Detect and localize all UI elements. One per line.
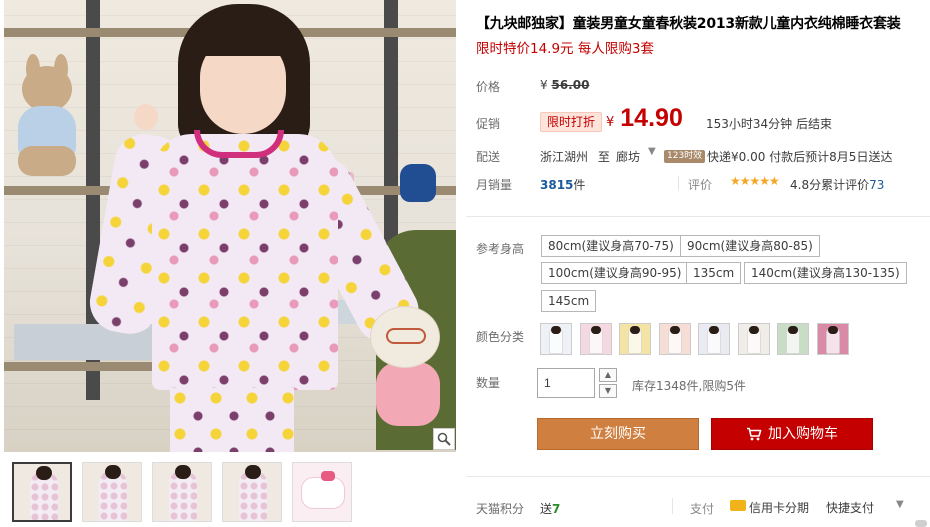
shipping-info: 快递¥0.00 付款后预计8月5日送达 xyxy=(707,150,893,164)
color-swatch[interactable] xyxy=(619,323,651,355)
currency-symbol: ¥ xyxy=(606,115,615,130)
toy-bear xyxy=(368,306,452,430)
cumulative-review-label: 累计评价 xyxy=(821,178,870,192)
product-title: 【九块邮独家】童装男童女童春秋装2013新款儿童内衣纯棉睡衣套装 xyxy=(476,16,901,32)
points-amount: 7 xyxy=(552,502,561,516)
color-label: 颜色分类 xyxy=(476,330,525,344)
swatch-model-head xyxy=(748,326,759,334)
color-swatch[interactable] xyxy=(658,323,691,355)
review-label: 评价 xyxy=(688,178,713,192)
promo-label: 促销 xyxy=(476,117,501,131)
thumbnail[interactable] xyxy=(82,462,142,522)
ship-to-select[interactable]: 廊坊 xyxy=(616,148,640,165)
payment-label: 支付 xyxy=(690,502,715,516)
review-count[interactable]: 73 xyxy=(869,178,884,192)
promo-price-value: 14.90 xyxy=(620,104,683,132)
swatch-model-head xyxy=(630,326,640,334)
review-summary[interactable]: 4.8分累计评价73 xyxy=(790,176,884,193)
color-swatch[interactable] xyxy=(737,323,770,355)
thumbnail[interactable] xyxy=(292,462,352,522)
original-price-value: 56.00 xyxy=(551,78,590,92)
swatch-model-head xyxy=(551,326,561,334)
monthly-sales-count: 3815 xyxy=(540,178,574,192)
color-swatch[interactable] xyxy=(579,323,612,355)
cart-icon xyxy=(747,427,762,441)
chevron-down-icon[interactable]: ▼ xyxy=(896,499,904,510)
divider xyxy=(672,498,673,514)
model-bangs xyxy=(194,16,292,56)
points-value: 送7 xyxy=(540,500,560,517)
magnifier-icon xyxy=(437,432,451,446)
swatch-model-head xyxy=(827,326,838,334)
pajama-collar xyxy=(194,130,284,158)
quantity-increase-icon[interactable]: ▲ xyxy=(599,368,617,382)
shipping-label: 配送 xyxy=(476,150,501,164)
color-swatch[interactable] xyxy=(540,323,572,355)
shelf-board xyxy=(4,362,164,371)
monthly-sales: 3815件 xyxy=(540,176,585,193)
quantity-label: 数量 xyxy=(476,376,501,390)
rating-score: 4.8分 xyxy=(790,178,822,192)
thumbnail[interactable] xyxy=(222,462,282,522)
points-prefix: 送 xyxy=(540,502,553,516)
pajama-pants xyxy=(170,388,294,452)
quantity-decrease-icon[interactable]: ▼ xyxy=(599,384,617,398)
divider xyxy=(678,176,679,190)
color-swatch[interactable] xyxy=(816,323,849,355)
section-divider xyxy=(466,216,930,217)
thumbnail[interactable] xyxy=(12,462,72,522)
vase xyxy=(400,164,436,202)
chevron-down-icon[interactable]: ▼ xyxy=(648,146,656,157)
ship-from-city: 浙江湖州 xyxy=(540,150,589,164)
thumbnail-strip xyxy=(12,462,352,522)
size-option[interactable]: 135cm xyxy=(686,262,742,284)
product-subtitle: 限时特价14.9元 每人限购3套 xyxy=(476,41,654,57)
scrollbar-thumb[interactable] xyxy=(915,520,927,527)
star-rating-icon: ★★★★★ xyxy=(730,174,780,188)
promo-countdown: 153小时34分钟 后结束 xyxy=(706,117,832,131)
promo-price: ¥14.90 xyxy=(606,104,683,133)
size-label: 参考身高 xyxy=(476,242,525,256)
ship-from: 浙江湖州 至 xyxy=(540,148,610,165)
credit-card-icon xyxy=(730,500,746,511)
currency-symbol: ¥ xyxy=(540,78,548,92)
main-product-image[interactable] xyxy=(4,0,456,452)
size-option[interactable]: 80cm(建议身高70-75) xyxy=(541,235,681,257)
color-swatch[interactable] xyxy=(698,323,730,355)
size-option[interactable]: 90cm(建议身高80-85) xyxy=(680,235,820,257)
buy-now-button[interactable]: 立刻购买 xyxy=(537,418,699,450)
teddy-bear xyxy=(12,54,82,184)
add-to-cart-button[interactable]: 加入购物车 xyxy=(711,418,873,450)
points-label: 天猫积分 xyxy=(476,502,525,516)
section-divider xyxy=(466,476,930,477)
size-option[interactable]: 140cm(建议身高130-135) xyxy=(744,262,907,284)
ship-to-word: 至 xyxy=(597,150,610,164)
credit-installment-link[interactable]: 信用卡分期 xyxy=(749,499,809,516)
quick-pay-link[interactable]: 快捷支付 xyxy=(826,499,874,516)
zoom-button[interactable] xyxy=(433,428,455,450)
swatch-model-head xyxy=(788,326,798,334)
price-label: 价格 xyxy=(476,80,501,94)
stock-info: 库存1348件,限购5件 xyxy=(632,379,746,393)
sales-label: 月销量 xyxy=(476,178,513,192)
color-swatch[interactable] xyxy=(777,323,809,355)
swatch-model-head xyxy=(669,326,680,334)
add-to-cart-label: 加入购物车 xyxy=(768,426,838,442)
size-option[interactable]: 145cm xyxy=(541,290,597,312)
promo-badge: 限时打折 xyxy=(540,112,603,132)
pajama-top xyxy=(152,134,338,390)
size-option[interactable]: 100cm(建议身高90-95) xyxy=(541,262,689,284)
swatch-model-head xyxy=(709,326,719,334)
delivery-time-badge: 123时效 xyxy=(664,150,706,163)
thumbnail[interactable] xyxy=(152,462,212,522)
sales-unit: 件 xyxy=(573,178,586,192)
swatch-model-head xyxy=(590,326,601,334)
model-hand xyxy=(134,104,158,130)
original-price: ¥ 56.00 xyxy=(540,78,589,92)
quantity-input[interactable]: 1 xyxy=(537,368,595,398)
